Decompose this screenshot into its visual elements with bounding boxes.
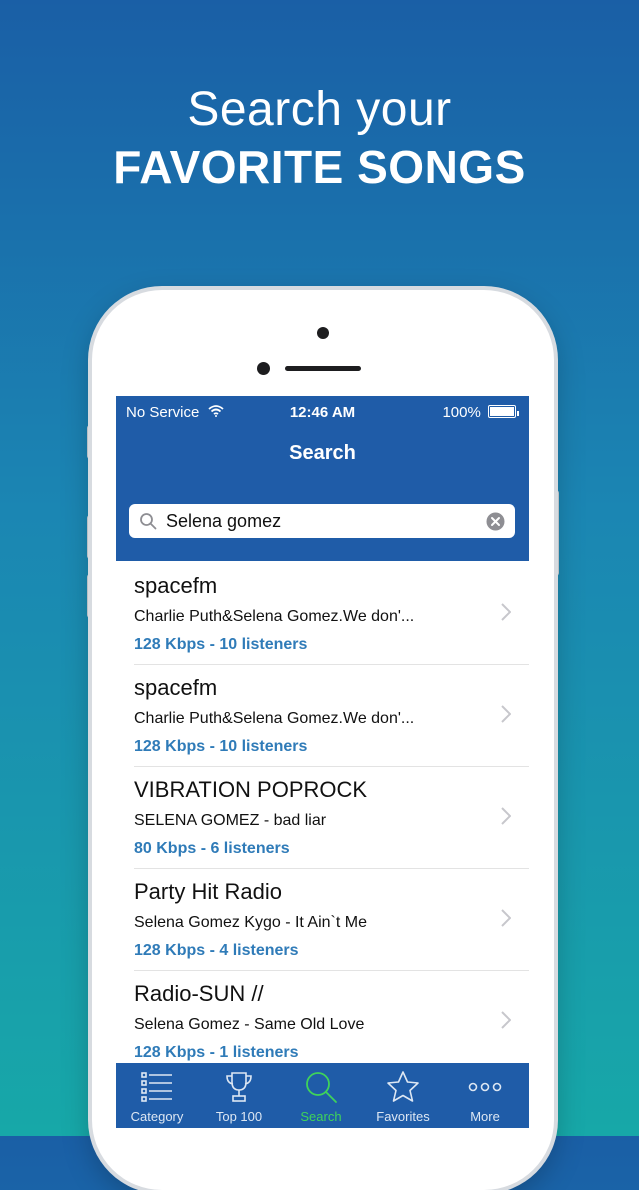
battery-percent: 100% [442, 404, 481, 421]
list-item[interactable]: Radio-SUN // Selena Gomez - Same Old Lov… [116, 971, 529, 1073]
list-item[interactable]: spacefm Charlie Puth&Selena Gomez.We don… [116, 665, 529, 767]
chevron-right-icon [501, 705, 511, 723]
stream-info: 128 Kbps - 10 listeners [134, 636, 308, 653]
chevron-right-icon [501, 1011, 511, 1029]
status-bar: No Service 12:46 AM 100% [116, 404, 529, 424]
tab-bar: Category Top 100 Search Favorites More [116, 1063, 529, 1128]
station-name: spacefm [134, 675, 218, 700]
list-icon [141, 1072, 172, 1102]
battery-tip [517, 411, 519, 416]
list-item[interactable]: VIBRATION POPROCK SELENA GOMEZ - bad lia… [116, 767, 529, 869]
chevron-right-icon [501, 909, 511, 927]
song-title: Charlie Puth&Selena Gomez.We don'... [134, 608, 415, 625]
stream-info: 80 Kbps - 6 listeners [134, 840, 290, 857]
song-title: Selena Gomez Kygo - It Ain`t Me [134, 914, 367, 931]
tab-label: Category [130, 1109, 184, 1124]
promo-headline-line1: Search your [187, 83, 452, 136]
list-item[interactable]: spacefm Charlie Puth&Selena Gomez.We don… [116, 563, 529, 665]
tab-search[interactable]: Search [280, 1063, 362, 1128]
tab-category[interactable]: Category [116, 1063, 198, 1128]
tab-favorites[interactable]: Favorites [362, 1063, 444, 1128]
station-name: Party Hit Radio [134, 879, 282, 904]
search-value: Selena gomez [166, 511, 282, 531]
tab-more[interactable]: More [444, 1063, 526, 1128]
results-list: spacefm Charlie Puth&Selena Gomez.We don… [116, 563, 529, 1073]
chevron-right-icon [501, 603, 511, 621]
list-item[interactable]: Party Hit Radio Selena Gomez Kygo - It A… [116, 869, 529, 971]
promo-headline-line2: FAVORITE SONGS [113, 141, 526, 193]
song-title: Selena Gomez - Same Old Love [134, 1016, 365, 1033]
earpiece-speaker [285, 366, 361, 371]
page-title: Search [289, 442, 356, 464]
tab-label: More [470, 1109, 500, 1124]
clear-icon[interactable] [486, 512, 505, 531]
tab-label: Top 100 [215, 1109, 263, 1124]
stream-info: 128 Kbps - 4 listeners [134, 942, 299, 959]
tab-label: Favorites [376, 1109, 430, 1124]
station-name: Radio-SUN // [134, 981, 264, 1006]
search-input[interactable]: Selena gomez [129, 504, 515, 538]
stream-info: 128 Kbps - 1 listeners [134, 1044, 299, 1061]
proximity-sensor [257, 362, 270, 375]
trophy-icon [226, 1072, 252, 1102]
tab-label: Search [300, 1109, 342, 1124]
song-title: Charlie Puth&Selena Gomez.We don'... [134, 710, 415, 727]
search-icon [306, 1072, 337, 1103]
station-name: VIBRATION POPROCK [134, 777, 368, 802]
song-title: SELENA GOMEZ - bad liar [134, 812, 327, 829]
battery-icon [488, 405, 516, 418]
station-name: spacefm [134, 573, 218, 598]
app-screen: No Service 12:46 AM 100% Search Selena g… [116, 396, 529, 1128]
more-icon [468, 1082, 502, 1092]
front-camera [317, 327, 329, 339]
status-battery: 100% [442, 404, 519, 421]
stream-info: 128 Kbps - 10 listeners [134, 738, 308, 755]
navigation-header: No Service 12:46 AM 100% Search Selena g… [116, 396, 529, 561]
star-icon [387, 1071, 419, 1102]
tab-top-100[interactable]: Top 100 [198, 1063, 280, 1128]
search-icon [140, 513, 157, 530]
chevron-right-icon [501, 807, 511, 825]
